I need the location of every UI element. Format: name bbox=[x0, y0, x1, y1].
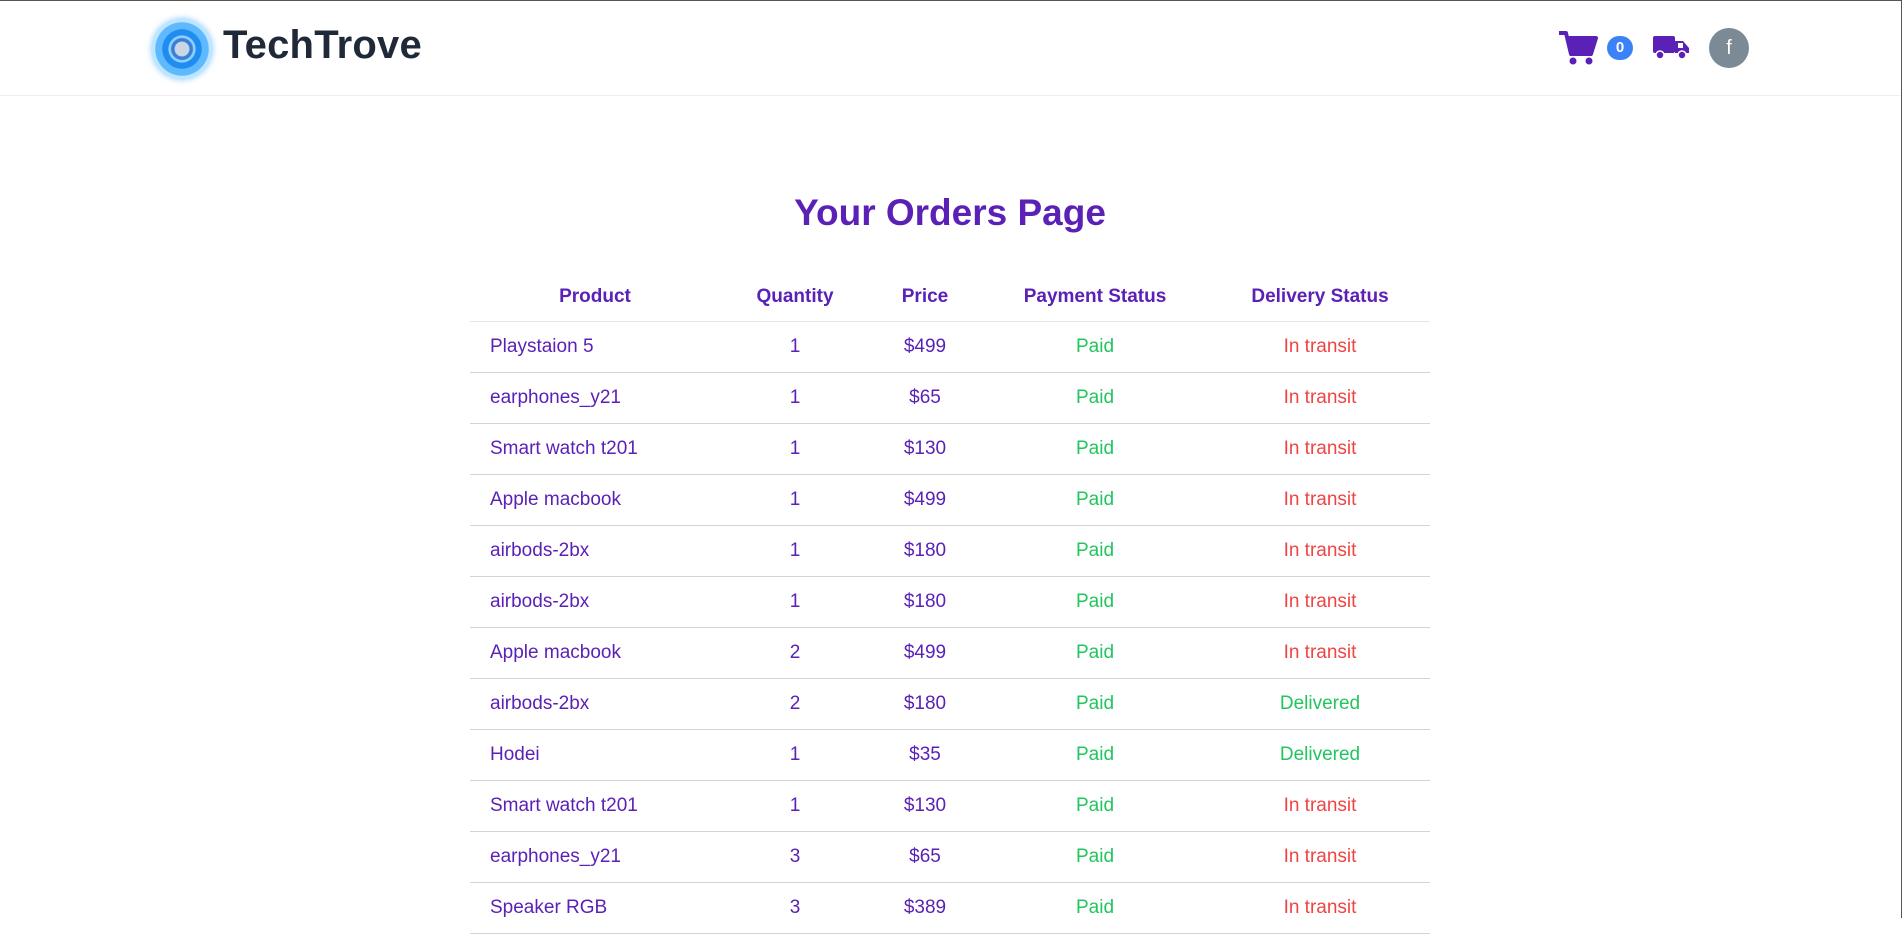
quantity-cell: 1 bbox=[720, 525, 870, 577]
table-row: Apple macbook 2 $499 Paid In transit bbox=[470, 627, 1430, 679]
product-cell: airbods-2bx bbox=[470, 576, 720, 628]
user-avatar[interactable]: f bbox=[1709, 28, 1749, 68]
cart-count-badge: 0 bbox=[1607, 36, 1633, 60]
delivery-status-cell: In transit bbox=[1210, 627, 1430, 679]
price-cell: $35 bbox=[870, 729, 980, 781]
quantity-cell: 1 bbox=[720, 474, 870, 526]
column-header-price: Price bbox=[870, 273, 980, 322]
table-row: Playstaion 5 1 $499 Paid In transit bbox=[470, 321, 1430, 373]
orders-table: Product Quantity Price Payment Status De… bbox=[470, 273, 1430, 934]
quantity-cell: 3 bbox=[720, 882, 870, 934]
table-row: Smart watch t201 1 $130 Paid In transit bbox=[470, 423, 1430, 475]
payment-status-cell: Paid bbox=[980, 321, 1210, 373]
table-row: airbods-2bx 1 $180 Paid In transit bbox=[470, 576, 1430, 628]
delivery-status-cell: In transit bbox=[1210, 882, 1430, 934]
column-header-quantity: Quantity bbox=[720, 273, 870, 322]
product-cell: Apple macbook bbox=[470, 474, 720, 526]
product-cell: Hodei bbox=[470, 729, 720, 781]
price-cell: $389 bbox=[870, 882, 980, 934]
table-row: Smart watch t201 1 $130 Paid In transit bbox=[470, 780, 1430, 832]
price-cell: $180 bbox=[870, 525, 980, 577]
table-header-row: Product Quantity Price Payment Status De… bbox=[470, 273, 1430, 322]
column-header-payment-status: Payment Status bbox=[980, 273, 1210, 322]
navbar: TechTrove 0 f bbox=[0, 1, 1900, 96]
delivery-status-cell: Delivered bbox=[1210, 729, 1430, 781]
payment-status-cell: Paid bbox=[980, 729, 1210, 781]
payment-status-cell: Paid bbox=[980, 678, 1210, 730]
product-cell: Smart watch t201 bbox=[470, 423, 720, 475]
delivery-status-cell: In transit bbox=[1210, 780, 1430, 832]
price-cell: $130 bbox=[870, 423, 980, 475]
product-cell: Playstaion 5 bbox=[470, 321, 720, 373]
quantity-cell: 1 bbox=[720, 576, 870, 628]
delivery-status-cell: In transit bbox=[1210, 576, 1430, 628]
orders-table-body: Playstaion 5 1 $499 Paid In transit earphones… bbox=[470, 321, 1430, 934]
table-row: airbods-2bx 1 $180 Paid In transit bbox=[470, 525, 1430, 577]
delivery-status-cell: In transit bbox=[1210, 831, 1430, 883]
delivery-status-cell: In transit bbox=[1210, 525, 1430, 577]
product-cell: earphones_y21 bbox=[470, 372, 720, 424]
payment-status-cell: Paid bbox=[980, 882, 1210, 934]
product-cell: airbods-2bx bbox=[470, 525, 720, 577]
delivery-status-cell: In transit bbox=[1210, 321, 1430, 373]
price-cell: $65 bbox=[870, 372, 980, 424]
product-cell: Speaker RGB bbox=[470, 882, 720, 934]
delivery-status-cell: Delivered bbox=[1210, 678, 1430, 730]
brand-name[interactable]: TechTrove bbox=[223, 23, 422, 68]
payment-status-cell: Paid bbox=[980, 423, 1210, 475]
price-cell: $499 bbox=[870, 321, 980, 373]
quantity-cell: 2 bbox=[720, 678, 870, 730]
table-row: airbods-2bx 2 $180 Paid Delivered bbox=[470, 678, 1430, 730]
price-cell: $499 bbox=[870, 627, 980, 679]
payment-status-cell: Paid bbox=[980, 372, 1210, 424]
table-row: Hodei 1 $35 Paid Delivered bbox=[470, 729, 1430, 781]
column-header-delivery-status: Delivery Status bbox=[1210, 273, 1430, 322]
table-row: Apple macbook 1 $499 Paid In transit bbox=[470, 474, 1430, 526]
price-cell: $180 bbox=[870, 678, 980, 730]
payment-status-cell: Paid bbox=[980, 780, 1210, 832]
product-cell: Apple macbook bbox=[470, 627, 720, 679]
truck-icon[interactable] bbox=[1652, 33, 1690, 61]
price-cell: $130 bbox=[870, 780, 980, 832]
payment-status-cell: Paid bbox=[980, 474, 1210, 526]
price-cell: $65 bbox=[870, 831, 980, 883]
price-cell: $499 bbox=[870, 474, 980, 526]
table-row: earphones_y21 3 $65 Paid In transit bbox=[470, 831, 1430, 883]
price-cell: $180 bbox=[870, 576, 980, 628]
payment-status-cell: Paid bbox=[980, 627, 1210, 679]
quantity-cell: 1 bbox=[720, 321, 870, 373]
product-cell: earphones_y21 bbox=[470, 831, 720, 883]
column-header-product: Product bbox=[470, 273, 720, 322]
quantity-cell: 1 bbox=[720, 372, 870, 424]
shopping-cart-icon[interactable] bbox=[1558, 30, 1598, 66]
logo-icon[interactable] bbox=[151, 18, 213, 80]
table-row: Speaker RGB 3 $389 Paid In transit bbox=[470, 882, 1430, 934]
delivery-status-cell: In transit bbox=[1210, 372, 1430, 424]
table-row: earphones_y21 1 $65 Paid In transit bbox=[470, 372, 1430, 424]
payment-status-cell: Paid bbox=[980, 831, 1210, 883]
payment-status-cell: Paid bbox=[980, 576, 1210, 628]
payment-status-cell: Paid bbox=[980, 525, 1210, 577]
quantity-cell: 1 bbox=[720, 729, 870, 781]
quantity-cell: 3 bbox=[720, 831, 870, 883]
delivery-status-cell: In transit bbox=[1210, 423, 1430, 475]
product-cell: Smart watch t201 bbox=[470, 780, 720, 832]
quantity-cell: 1 bbox=[720, 423, 870, 475]
page-title: Your Orders Page bbox=[794, 192, 1106, 233]
product-cell: airbods-2bx bbox=[470, 678, 720, 730]
quantity-cell: 2 bbox=[720, 627, 870, 679]
delivery-status-cell: In transit bbox=[1210, 474, 1430, 526]
quantity-cell: 1 bbox=[720, 780, 870, 832]
